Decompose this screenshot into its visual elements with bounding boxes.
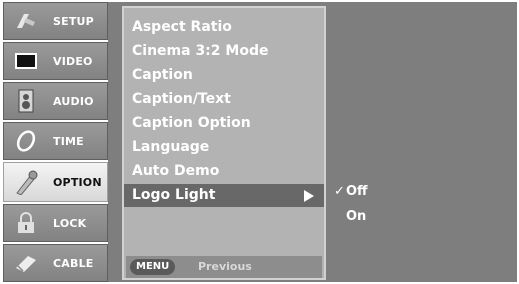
menu-item-language[interactable]: Language (132, 136, 209, 159)
tab-cable-label: CABLE (53, 256, 94, 270)
tab-option[interactable]: OPTION (3, 162, 108, 202)
check-icon: ✓ (334, 184, 345, 199)
tab-cable[interactable]: CABLE (3, 244, 108, 282)
submenu-option-off[interactable]: Off (346, 184, 368, 199)
previous-hint: Previous (198, 260, 252, 273)
tab-audio-label: AUDIO (53, 94, 94, 108)
setup-icon (13, 9, 39, 33)
tab-setup[interactable]: SETUP (3, 2, 108, 40)
tab-audio[interactable]: AUDIO (3, 82, 108, 120)
time-icon (13, 129, 39, 153)
tab-setup-label: SETUP (53, 14, 94, 28)
arrow-right-icon (304, 190, 314, 202)
menu-item-aspect-ratio[interactable]: Aspect Ratio (132, 16, 232, 39)
cable-icon (13, 251, 39, 275)
submenu-option-on[interactable]: On (346, 209, 366, 224)
menu-item-caption[interactable]: Caption (132, 64, 193, 87)
menu-item-logo-light[interactable]: Logo Light (124, 184, 324, 207)
tab-lock-label: LOCK (53, 216, 87, 230)
tab-video-label: VIDEO (53, 54, 93, 68)
menu-key-button[interactable]: MENU (130, 259, 176, 275)
menu-item-auto-demo[interactable]: Auto Demo (132, 160, 219, 183)
menu-item-cinema-mode[interactable]: Cinema 3:2 Mode (132, 40, 268, 63)
menu-item-caption-text[interactable]: Caption/Text (132, 88, 231, 111)
menu-item-logo-light-label: Logo Light (132, 187, 216, 203)
tab-time-label: TIME (53, 134, 84, 148)
tab-time[interactable]: TIME (3, 122, 108, 160)
footer-bar: MENU Previous (126, 256, 322, 278)
video-icon (13, 49, 39, 73)
tab-lock[interactable]: LOCK (3, 204, 108, 242)
menu-item-caption-option[interactable]: Caption Option (132, 112, 251, 135)
option-icon (13, 170, 39, 195)
audio-icon (13, 89, 39, 113)
tab-video[interactable]: VIDEO (3, 42, 108, 80)
category-tabs: SETUP VIDEO AUDIO TIME OPTION LOCK CABLE (3, 2, 108, 282)
option-menu-panel: Aspect Ratio Cinema 3:2 Mode Caption Cap… (122, 6, 326, 280)
lock-icon (13, 211, 39, 235)
tab-option-label: OPTION (53, 175, 102, 189)
